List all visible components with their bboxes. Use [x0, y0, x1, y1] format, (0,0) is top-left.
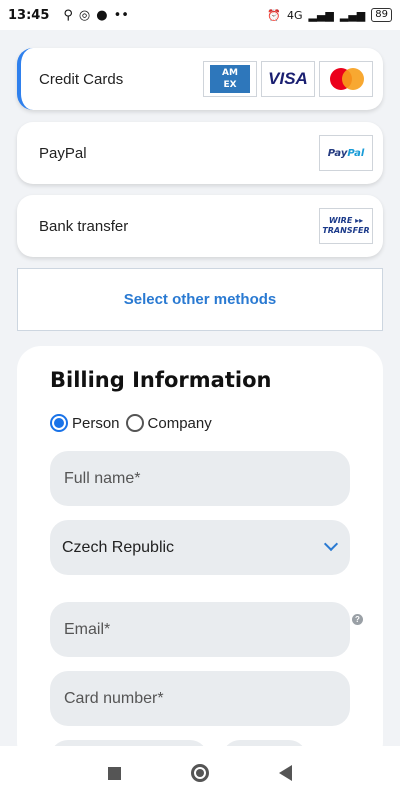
mastercard-logo [319, 61, 373, 97]
select-other-methods-button[interactable]: Select other methods [17, 268, 383, 331]
payment-method-paypal[interactable]: PayPal PayPal [17, 122, 383, 184]
notification-icon: ⚲ [63, 7, 73, 23]
alarm-icon: ⏰ [267, 8, 281, 22]
signal-icon-2: ▂▄▆ [339, 8, 366, 22]
app-icon: ● [96, 7, 108, 23]
payment-method-label: Credit Cards [39, 70, 124, 88]
back-icon[interactable] [279, 765, 292, 781]
payment-method-label: PayPal [39, 144, 87, 162]
full-name-input[interactable]: Full name* [50, 451, 350, 506]
radio-person[interactable] [50, 414, 68, 432]
radio-company[interactable] [125, 414, 144, 432]
more-icon: •• [113, 7, 129, 23]
amex-logo: AM EX [203, 61, 257, 97]
wire-transfer-logo: WIRE ▸▸ TRANSFER [319, 208, 373, 244]
signal-icon: ▂▄▆ [308, 8, 334, 22]
radio-person-label[interactable]: Person [72, 415, 120, 432]
payment-method-label: Bank transfer [39, 217, 129, 235]
billing-section: Billing Information Person Company Full … [17, 346, 383, 770]
country-select[interactable]: Czech Republic [50, 520, 350, 575]
paypal-logo: PayPal [319, 135, 373, 171]
customer-type-group: Person Company [50, 414, 218, 432]
email-input[interactable]: Email* [50, 602, 350, 657]
recent-apps-icon[interactable] [108, 766, 121, 780]
payment-method-credit-cards[interactable]: Credit Cards AM EX VISA [17, 48, 383, 110]
home-icon[interactable] [191, 764, 209, 782]
card-number-input[interactable]: Card number* [50, 671, 350, 726]
help-icon[interactable]: ? [352, 614, 363, 625]
visa-logo: VISA [261, 61, 315, 97]
status-time: 13:45 [8, 7, 50, 23]
battery-icon: 89 [371, 8, 392, 22]
radio-company-label[interactable]: Company [148, 415, 212, 432]
billing-title: Billing Information [50, 368, 272, 392]
status-bar: 13:45 ⚲ ◎ ● •• ⏰ 4G ▂▄▆ ▂▄▆ 89 [0, 0, 400, 30]
sim-icon: ◎ [78, 7, 91, 23]
system-nav-bar [0, 746, 400, 800]
country-value: Czech Republic [62, 538, 175, 556]
network-label: 4G [286, 8, 303, 22]
chevron-down-icon [323, 536, 339, 552]
payment-method-bank-transfer[interactable]: Bank transfer WIRE ▸▸ TRANSFER [17, 195, 383, 257]
